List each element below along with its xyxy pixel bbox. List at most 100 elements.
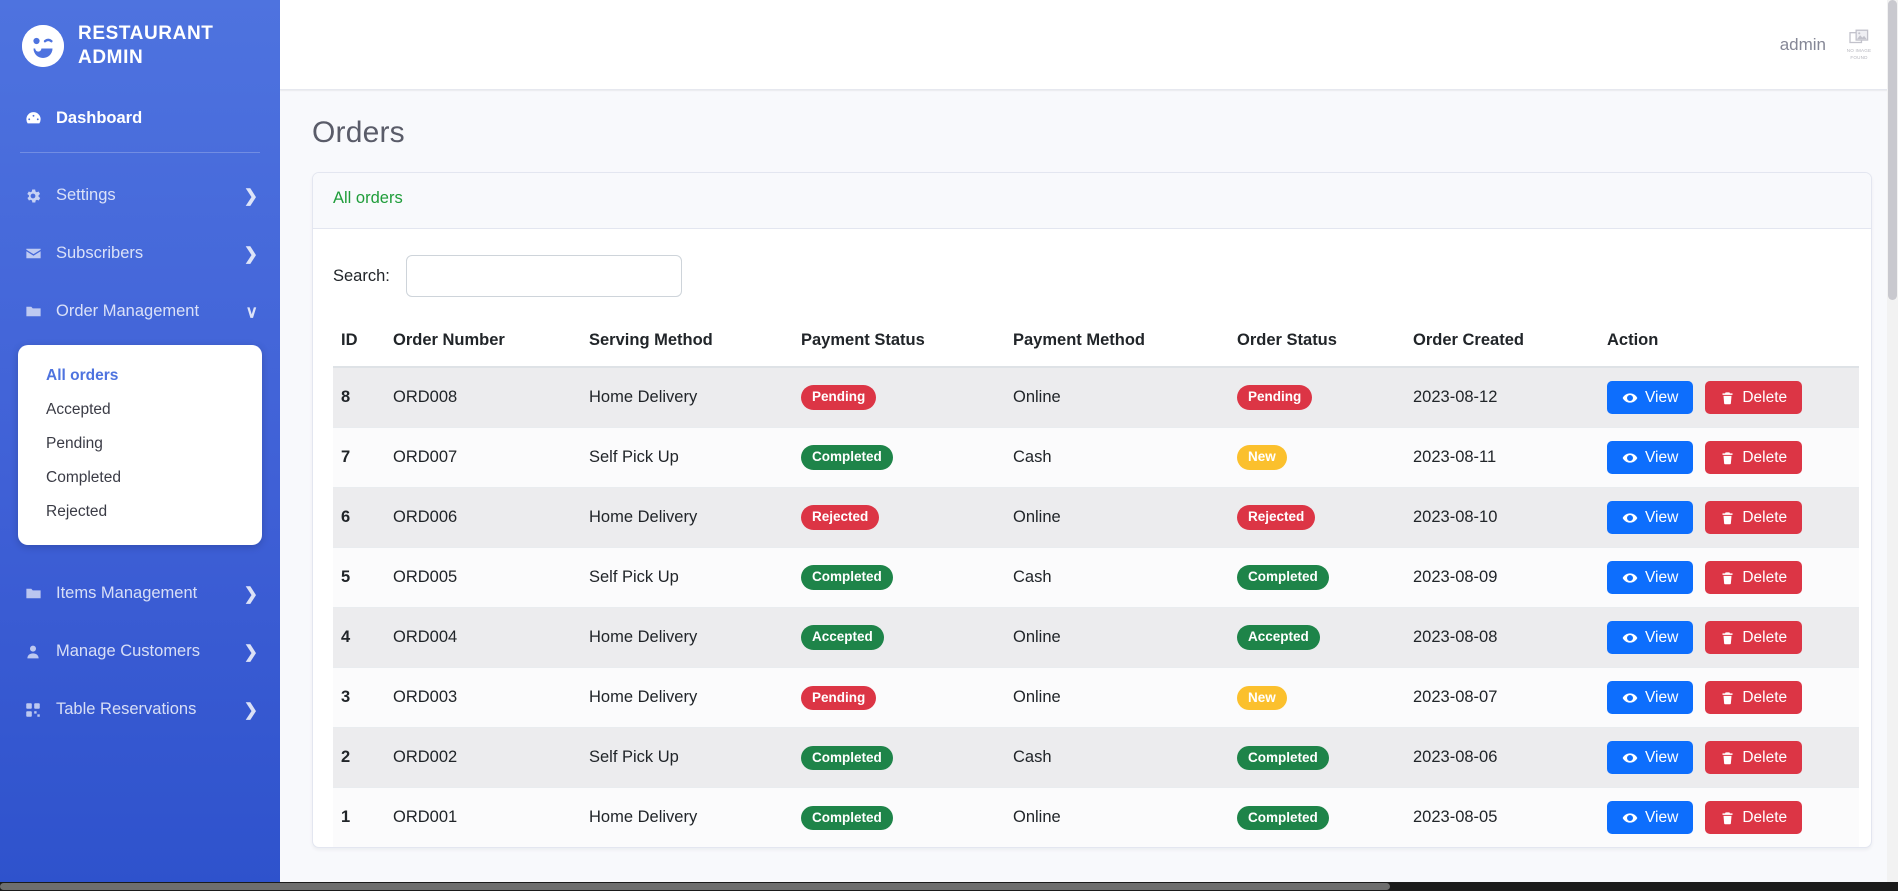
cell-order-created: 2023-08-11 — [1405, 427, 1599, 488]
chevron-right-icon: ❯ — [243, 244, 258, 263]
view-button-label: View — [1645, 689, 1679, 707]
cell-id: 5 — [333, 547, 385, 608]
view-button[interactable]: View — [1607, 681, 1694, 715]
sidebar-item-table-reservations[interactable]: Table Reservations ❯ — [0, 681, 280, 739]
cell-id: 4 — [333, 607, 385, 668]
delete-button[interactable]: Delete — [1705, 501, 1803, 535]
envelope-icon — [22, 244, 44, 263]
cell-order-created: 2023-08-10 — [1405, 487, 1599, 548]
cell-order-created: 2023-08-09 — [1405, 547, 1599, 608]
delete-button[interactable]: Delete — [1705, 381, 1803, 415]
chevron-right-icon: ❯ — [243, 186, 258, 205]
cell-payment-method: Online — [1005, 366, 1229, 428]
cell-action: View Delete — [1599, 547, 1859, 608]
sidebar-item-items-management[interactable]: Items Management ❯ — [0, 565, 280, 623]
submenu-item-completed[interactable]: Completed — [18, 461, 262, 495]
avatar-alt-text: NO IMAGE — [1846, 47, 1872, 53]
cell-order-number: ORD007 — [385, 427, 581, 488]
delete-button[interactable]: Delete — [1705, 441, 1803, 475]
orders-table-body: 8 ORD008 Home Delivery Pending Online Pending… — [333, 366, 1859, 848]
orders-card: All orders Search: ID Order Number Servi… — [312, 172, 1872, 849]
delete-button[interactable]: Delete — [1705, 561, 1803, 595]
cell-order-status: Completed — [1229, 547, 1405, 608]
column-header-order-status[interactable]: Order Status — [1229, 317, 1405, 368]
view-button[interactable]: View — [1607, 801, 1694, 835]
trash-icon — [1720, 690, 1735, 706]
cell-order-created: 2023-08-12 — [1405, 366, 1599, 428]
column-header-payment-status[interactable]: Payment Status — [793, 317, 1005, 368]
eye-icon — [1622, 570, 1638, 586]
column-header-serving-method[interactable]: Serving Method — [581, 317, 793, 368]
sidebar-item-dashboard[interactable]: Dashboard — [0, 90, 280, 148]
view-button[interactable]: View — [1607, 381, 1694, 415]
table-header-row: ID Order Number Serving Method Payment S… — [333, 317, 1859, 368]
chevron-right-icon: ❯ — [243, 700, 258, 719]
row-actions: View Delete — [1607, 741, 1851, 775]
user-menu[interactable]: admin NO IMAGE FOUND — [1780, 24, 1878, 66]
view-button[interactable]: View — [1607, 441, 1694, 475]
brand-link[interactable]: RESTAURANT ADMIN — [0, 0, 280, 90]
horizontal-scrollbar[interactable] — [0, 882, 1898, 891]
sidebar-item-settings[interactable]: Settings ❯ — [0, 167, 280, 225]
delete-button[interactable]: Delete — [1705, 801, 1803, 835]
card-body: Search: ID Order Number Serving Method P… — [313, 229, 1871, 848]
column-header-order-created[interactable]: Order Created — [1405, 317, 1599, 368]
page-vertical-scrollbar[interactable] — [1887, 0, 1898, 882]
card-header-title: All orders — [333, 189, 403, 207]
row-actions: View Delete — [1607, 561, 1851, 595]
view-button-label: View — [1645, 389, 1679, 406]
cell-order-number: ORD006 — [385, 487, 581, 548]
order-status-badge: Pending — [1237, 385, 1313, 410]
sidebar-item-label: Dashboard — [56, 109, 143, 127]
trash-icon — [1720, 810, 1735, 826]
view-button[interactable]: View — [1607, 621, 1694, 655]
page-title: Orders — [312, 116, 405, 149]
cell-payment-status: Accepted — [793, 607, 1005, 668]
cell-id: 6 — [333, 487, 385, 548]
cell-order-number: ORD004 — [385, 607, 581, 668]
cell-payment-status: Completed — [793, 787, 1005, 848]
sidebar-item-subscribers[interactable]: Subscribers ❯ — [0, 225, 280, 283]
sidebar: RESTAURANT ADMIN Dashboard Settings ❯ Su… — [0, 0, 280, 891]
cell-order-number: ORD008 — [385, 366, 581, 428]
eye-icon — [1622, 810, 1638, 826]
chevron-right-icon: ❯ — [243, 642, 258, 661]
cell-action: View Delete — [1599, 487, 1859, 548]
delete-button[interactable]: Delete — [1705, 741, 1803, 775]
horizontal-scrollbar-thumb[interactable] — [0, 883, 1390, 890]
cell-serving-method: Home Delivery — [581, 487, 793, 548]
column-header-order-number[interactable]: Order Number — [385, 317, 581, 368]
submenu-item-accepted[interactable]: Accepted — [18, 393, 262, 427]
chevron-right-icon: ❯ — [243, 584, 258, 603]
sidebar-item-label: Order Management — [56, 302, 200, 320]
view-button[interactable]: View — [1607, 561, 1694, 595]
submenu-item-all-orders[interactable]: All orders — [18, 359, 262, 393]
view-button-label: View — [1645, 809, 1679, 827]
sidebar-item-manage-customers[interactable]: Manage Customers ❯ — [0, 623, 280, 681]
cell-id: 8 — [333, 366, 385, 428]
cell-order-number: ORD005 — [385, 547, 581, 608]
column-header-id[interactable]: ID — [333, 317, 385, 368]
admin-app-root: RESTAURANT ADMIN Dashboard Settings ❯ Su… — [0, 0, 1898, 891]
column-header-payment-method[interactable]: Payment Method — [1005, 317, 1229, 368]
page-content: Orders All orders Search: ID Order Numbe… — [280, 90, 1898, 891]
cell-payment-method: Online — [1005, 667, 1229, 728]
cell-id: 7 — [333, 427, 385, 488]
cell-serving-method: Self Pick Up — [581, 547, 793, 608]
view-button[interactable]: View — [1607, 501, 1694, 535]
trash-icon — [1720, 570, 1735, 586]
cell-payment-method: Cash — [1005, 727, 1229, 788]
avatar-alt-text-2: FOUND — [1850, 54, 1868, 60]
cell-payment-status: Rejected — [793, 487, 1005, 548]
view-button[interactable]: View — [1607, 741, 1694, 775]
submenu-item-pending[interactable]: Pending — [18, 427, 262, 461]
order-status-badge: New — [1237, 685, 1287, 710]
submenu-item-rejected[interactable]: Rejected — [18, 495, 262, 529]
search-input[interactable] — [405, 255, 682, 297]
delete-button[interactable]: Delete — [1705, 621, 1803, 655]
sidebar-item-label: Table Reservations — [56, 700, 197, 718]
page-scrollbar-thumb[interactable] — [1888, 0, 1897, 300]
delete-button[interactable]: Delete — [1705, 681, 1803, 715]
sidebar-item-order-management[interactable]: Order Management ∨ — [0, 283, 280, 341]
payment-status-badge: Completed — [801, 565, 893, 590]
